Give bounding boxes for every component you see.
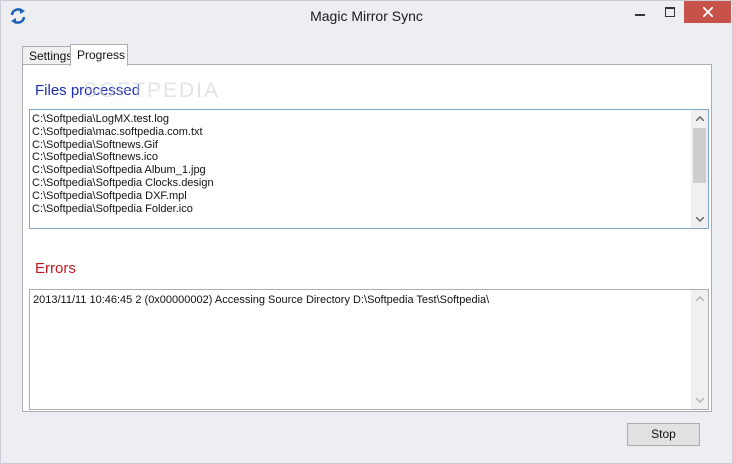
scroll-down-button[interactable] [691, 392, 708, 409]
app-window: Magic Mirror Sync Settings Progress File… [0, 0, 733, 464]
list-item[interactable]: C:\Softpedia\Softpedia DXF.mpl [32, 190, 214, 203]
files-list-items: C:\Softpedia\LogMX.test.log C:\Softpedia… [32, 113, 214, 215]
scroll-up-button[interactable] [691, 290, 708, 307]
list-item[interactable]: C:\Softpedia\Softpedia Clocks.design [32, 177, 214, 190]
list-item[interactable]: 2013/11/11 10:46:45 2 (0x00000002) Acces… [33, 294, 489, 307]
scroll-up-button[interactable] [691, 110, 708, 127]
window-title: Magic Mirror Sync [310, 8, 423, 24]
maximize-icon [665, 7, 675, 17]
stop-button[interactable]: Stop [627, 423, 700, 446]
files-scrollbar[interactable] [691, 110, 708, 228]
list-item[interactable]: C:\Softpedia\mac.softpedia.com.txt [32, 126, 214, 139]
scroll-down-button[interactable] [691, 211, 708, 228]
scroll-thumb[interactable] [693, 128, 706, 183]
list-item[interactable]: C:\Softpedia\Softnews.ico [32, 151, 214, 164]
errors-list-items: 2013/11/11 10:46:45 2 (0x00000002) Acces… [33, 294, 489, 307]
chevron-up-icon [695, 296, 704, 301]
list-item[interactable]: C:\Softpedia\LogMX.test.log [32, 113, 214, 126]
chevron-down-icon [695, 398, 704, 403]
files-processed-list[interactable]: C:\Softpedia\LogMX.test.log C:\Softpedia… [29, 109, 709, 229]
tab-settings[interactable]: Settings [22, 46, 72, 65]
tab-progress[interactable]: Progress [70, 44, 128, 66]
maximize-button[interactable] [655, 1, 685, 23]
minimize-icon [635, 14, 645, 16]
close-icon [702, 7, 713, 17]
list-item[interactable]: C:\Softpedia\Softnews.Gif [32, 139, 214, 152]
files-processed-label: Files processed [35, 82, 141, 99]
list-item[interactable]: C:\Softpedia\Softpedia Album_1.jpg [32, 164, 214, 177]
chevron-down-icon [695, 217, 704, 222]
list-item[interactable]: C:\Softpedia\Softpedia Folder.ico [32, 203, 214, 216]
errors-scrollbar[interactable] [691, 290, 708, 409]
close-button[interactable] [684, 1, 731, 23]
minimize-button[interactable] [625, 1, 655, 23]
title-bar[interactable]: Magic Mirror Sync [1, 1, 732, 31]
errors-label: Errors [35, 260, 76, 277]
errors-list[interactable]: 2013/11/11 10:46:45 2 (0x00000002) Acces… [29, 289, 709, 410]
progress-panel: Files processed C:\Softpedia\LogMX.test.… [22, 64, 712, 412]
chevron-up-icon [695, 116, 704, 121]
